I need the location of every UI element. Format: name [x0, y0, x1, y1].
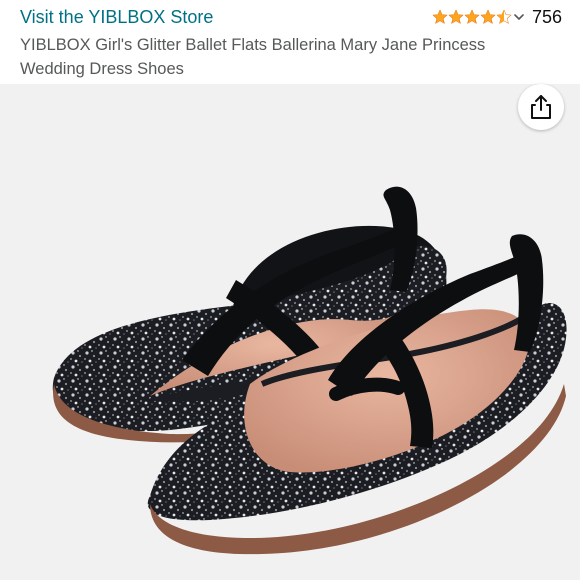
chevron-down-icon [514, 14, 524, 20]
product-title: YIBLBOX Girl's Glitter Ballet Flats Ball… [20, 36, 486, 78]
review-count[interactable]: 756 [532, 6, 562, 28]
product-image-area[interactable] [0, 84, 580, 580]
star-icon [448, 9, 464, 24]
share-icon [531, 95, 551, 119]
star-icon [432, 9, 448, 24]
star-rating [432, 9, 524, 25]
share-button[interactable] [518, 84, 564, 130]
half-star-icon [496, 9, 512, 24]
star-icon [464, 9, 480, 24]
product-image[interactable] [0, 84, 580, 580]
star-icon [480, 9, 496, 24]
store-link[interactable]: Visit the YIBLBOX Store [20, 6, 213, 28]
rating[interactable]: 756 [432, 6, 562, 28]
product-header: Visit the YIBLBOX Store 756 YIBLBOX Girl… [0, 0, 580, 84]
